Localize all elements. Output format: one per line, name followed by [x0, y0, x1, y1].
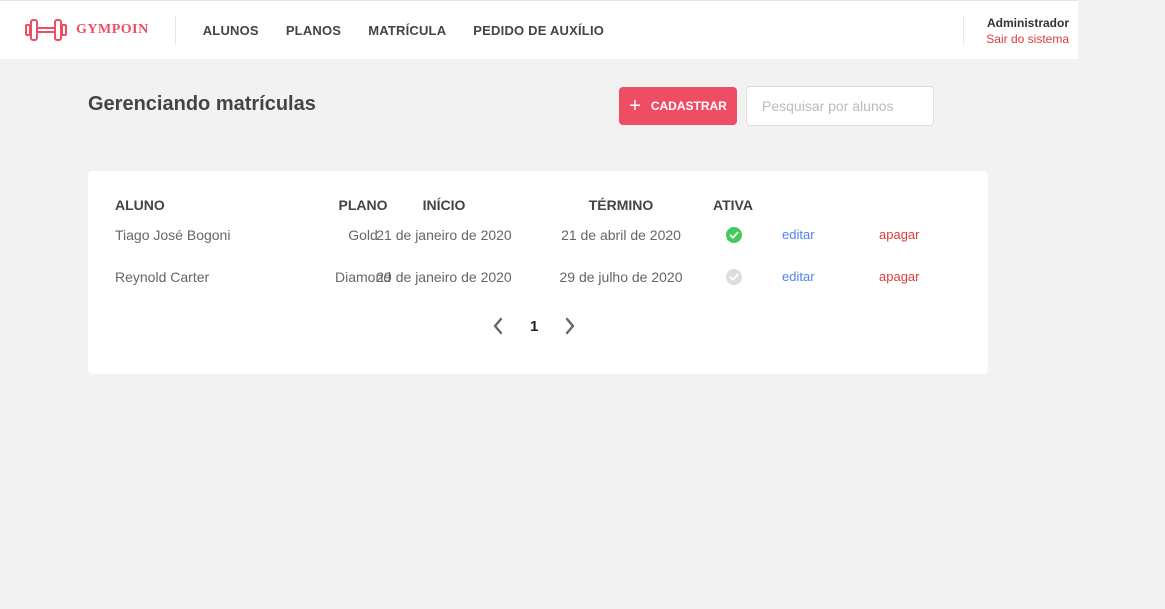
nav-item-planos[interactable]: PLANOS: [286, 23, 341, 38]
logout-link[interactable]: Sair do sistema: [986, 32, 1069, 46]
inactive-check-icon: [726, 269, 742, 285]
row-1-inicio: 21 de janeiro de 2020: [376, 227, 512, 243]
user-menu: Administrador Sair do sistema: [986, 16, 1069, 46]
logo[interactable]: GYMPOIN: [24, 15, 149, 45]
chevron-right-icon: [566, 317, 575, 335]
current-page-number: 1: [530, 317, 539, 335]
plus-icon: +: [629, 95, 641, 117]
pagination: 1: [488, 316, 580, 336]
page-title: Gerenciando matrículas: [88, 93, 316, 115]
row-2-delete-link[interactable]: apagar: [879, 269, 919, 284]
user-name: Administrador: [986, 16, 1069, 30]
nav-item-matricula[interactable]: MATRÍCULA: [368, 23, 446, 38]
nav-item-pedido-de-auxilio[interactable]: PEDIDO DE AUXÍLIO: [473, 23, 604, 38]
row-1-termino: 21 de abril de 2020: [561, 227, 681, 243]
user-divider: [963, 17, 964, 45]
nav-item-alunos[interactable]: ALUNOS: [203, 23, 259, 38]
active-check-icon: [726, 227, 742, 243]
previous-page-button[interactable]: [488, 316, 508, 336]
main-nav: ALUNOS PLANOS MATRÍCULA PEDIDO DE AUXÍLI…: [203, 23, 631, 38]
search-input[interactable]: [746, 86, 934, 126]
enrollments-table: ALUNO PLANO INÍCIO TÉRMINO ATIVA Tiago J…: [88, 171, 988, 374]
row-2-aluno: Reynold Carter: [115, 269, 210, 285]
chevron-left-icon: [493, 317, 503, 335]
add-enrollment-button[interactable]: + CADASTRAR: [619, 87, 737, 125]
row-1-edit-link[interactable]: editar: [782, 227, 815, 242]
next-page-button[interactable]: [560, 316, 580, 336]
row-1-aluno: Tiago José Bogoni: [115, 227, 231, 243]
logo-text: GYMPOIN: [76, 22, 149, 37]
column-header-ativa: ATIVA: [713, 197, 753, 213]
column-header-aluno: ALUNO: [115, 197, 165, 213]
column-header-inicio: INÍCIO: [422, 197, 466, 213]
row-2-termino: 29 de julho de 2020: [559, 269, 683, 285]
header-divider: [174, 16, 176, 44]
row-1-delete-link[interactable]: apagar: [879, 227, 919, 242]
add-button-label: CADASTRAR: [650, 99, 727, 113]
row-2-inicio: 29 de janeiro de 2020: [376, 269, 512, 285]
dumbbell-icon: [25, 19, 67, 41]
top-header: GYMPOIN ALUNOS PLANOS MATRÍCULA PEDIDO D…: [0, 0, 1078, 59]
column-header-termino: TÉRMINO: [588, 197, 654, 213]
row-2-edit-link[interactable]: editar: [782, 269, 815, 284]
